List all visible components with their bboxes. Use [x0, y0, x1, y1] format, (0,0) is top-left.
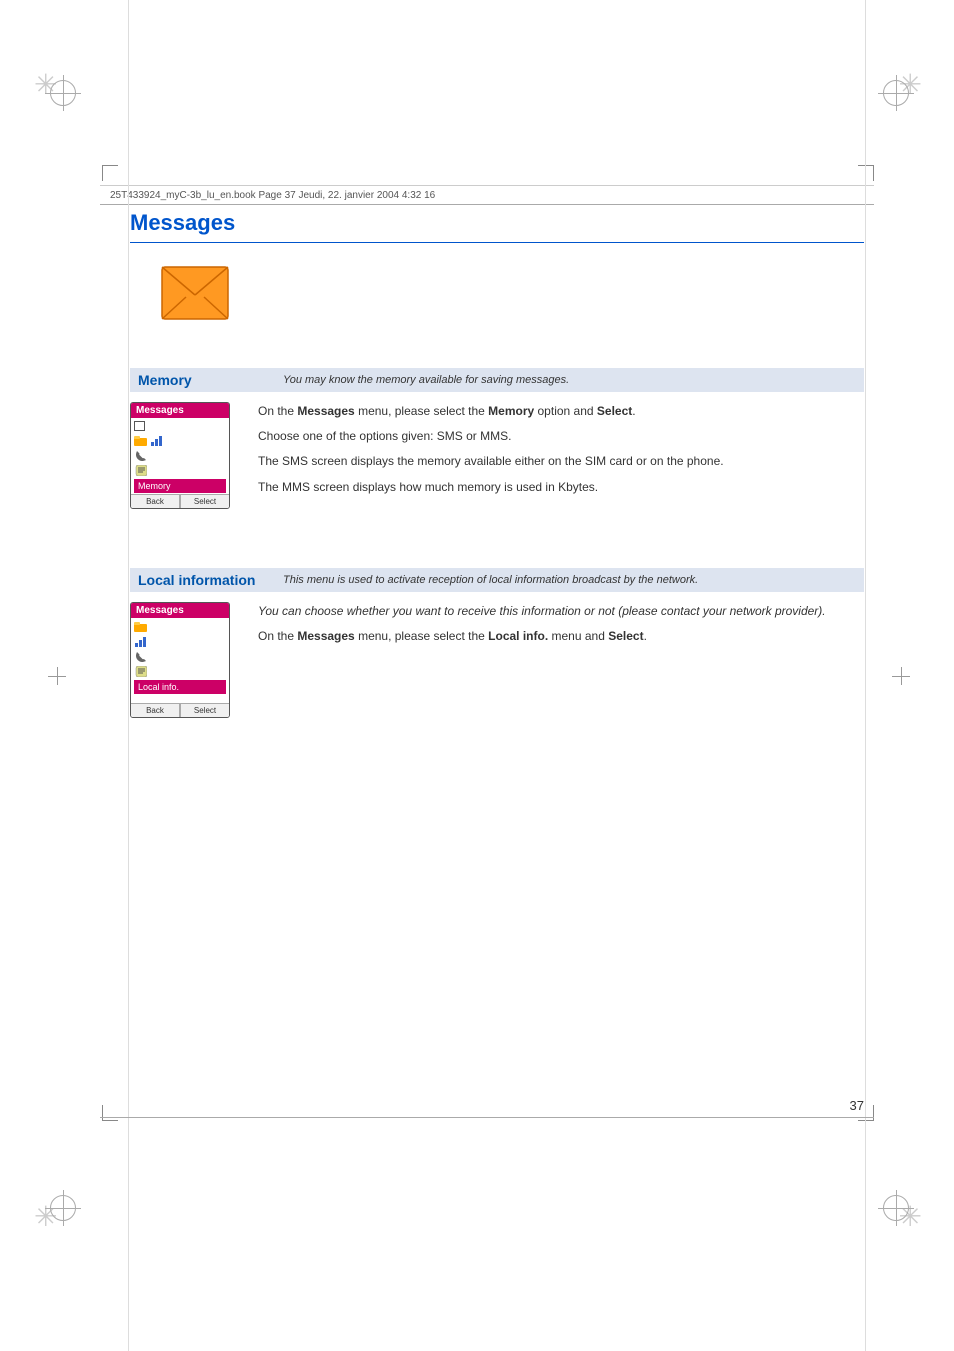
local-info-bold-messages: Messages [297, 629, 354, 643]
memory-para-1: On the Messages menu, please select the … [258, 402, 864, 421]
scroll-icon-2 [134, 666, 147, 677]
registration-circle-tr [883, 80, 909, 106]
file-info-text: 25T433924_myC-3b_lu_en.book Page 37 Jeud… [110, 190, 435, 201]
folder-icon-2 [134, 621, 147, 632]
content-top-line [100, 185, 874, 186]
memory-text-content: On the Messages menu, please select the … [258, 402, 864, 509]
local-info-phone-title: Messages [131, 603, 229, 618]
local-info-select-btn: Select [181, 704, 229, 717]
local-info-section-title: Local information [138, 572, 283, 588]
memory-select-btn: Select [181, 495, 229, 508]
bar-chart-icon-2 [134, 636, 147, 647]
mid-cross-right [892, 667, 910, 685]
local-info-menu-item-selected: Local info. [134, 680, 226, 694]
local-info-phone-screen: Messages [130, 602, 230, 718]
local-info-back-btn: Back [131, 704, 180, 717]
memory-menu-item-2 [134, 433, 226, 448]
page-title: Messages [130, 210, 864, 243]
memory-section-title: Memory [138, 372, 283, 388]
memory-menu-item-3 [134, 448, 226, 463]
local-info-section-header: Local information This menu is used to a… [130, 568, 864, 592]
phone-icon-small-2 [134, 651, 147, 662]
page-number: 37 [850, 1098, 864, 1113]
checkbox-icon [134, 421, 145, 431]
memory-bold-messages: Messages [297, 404, 354, 418]
memory-bold-select: Select [597, 404, 632, 418]
registration-circle-tl [50, 80, 76, 106]
memory-para-2: Choose one of the options given: SMS or … [258, 427, 864, 446]
cut-mark-tl [102, 165, 118, 181]
memory-menu-item-selected: Memory [134, 479, 226, 493]
memory-phone-buttons: Back Select [131, 494, 229, 508]
local-info-text-content: You can choose whether you want to recei… [258, 602, 864, 718]
memory-para-3: The SMS screen displays the memory avail… [258, 452, 864, 471]
local-info-bold-select: Select [608, 629, 643, 643]
local-info-section-body: Messages [130, 602, 864, 718]
envelope-icon-area [160, 265, 230, 324]
page-title-area: Messages [130, 210, 864, 243]
local-info-menu-item-1 [134, 619, 226, 634]
cut-mark-tr [858, 165, 874, 181]
memory-menu-item-1 [134, 419, 226, 433]
memory-phone-title: Messages [131, 403, 229, 418]
cut-mark-bl [102, 1105, 118, 1121]
local-info-menu-item-2 [134, 634, 226, 649]
folder-icon [134, 435, 147, 446]
local-info-phone-content: Local info. [131, 618, 229, 703]
local-info-menu-item-4 [134, 664, 226, 679]
memory-section-header: Memory You may know the memory available… [130, 368, 864, 392]
memory-section: Memory You may know the memory available… [130, 368, 864, 509]
memory-phone-screen: Messages [130, 402, 230, 509]
local-info-bold-localinfo: Local info. [488, 629, 548, 643]
local-info-para-2: On the Messages menu, please select the … [258, 627, 864, 646]
memory-section-subtitle: You may know the memory available for sa… [283, 374, 569, 386]
memory-bold-memory: Memory [488, 404, 534, 418]
memory-para-4: The MMS screen displays how much memory … [258, 478, 864, 497]
registration-circle-bl [50, 1195, 76, 1221]
mid-cross-left [48, 667, 66, 685]
local-info-menu-item-3 [134, 649, 226, 664]
memory-phone-mockup: Messages [130, 402, 240, 509]
local-info-section-subtitle: This menu is used to activate reception … [283, 574, 698, 586]
envelope-icon [160, 265, 230, 321]
content-bottom-line [100, 1117, 874, 1118]
local-info-phone-buttons: Back Select [131, 703, 229, 717]
registration-circle-br [883, 1195, 909, 1221]
local-info-section: Local information This menu is used to a… [130, 568, 864, 718]
scroll-icon [134, 465, 147, 476]
memory-section-body: Messages [130, 402, 864, 509]
local-info-phone-mockup: Messages [130, 602, 240, 718]
local-info-para-1: You can choose whether you want to recei… [258, 602, 864, 621]
file-info-bar: 25T433924_myC-3b_lu_en.book Page 37 Jeud… [100, 185, 874, 205]
memory-back-btn: Back [131, 495, 180, 508]
phone-icon-small [134, 450, 147, 461]
bar-chart-icon [150, 435, 163, 446]
memory-menu-item-4 [134, 463, 226, 478]
memory-phone-content: Memory [131, 418, 229, 494]
